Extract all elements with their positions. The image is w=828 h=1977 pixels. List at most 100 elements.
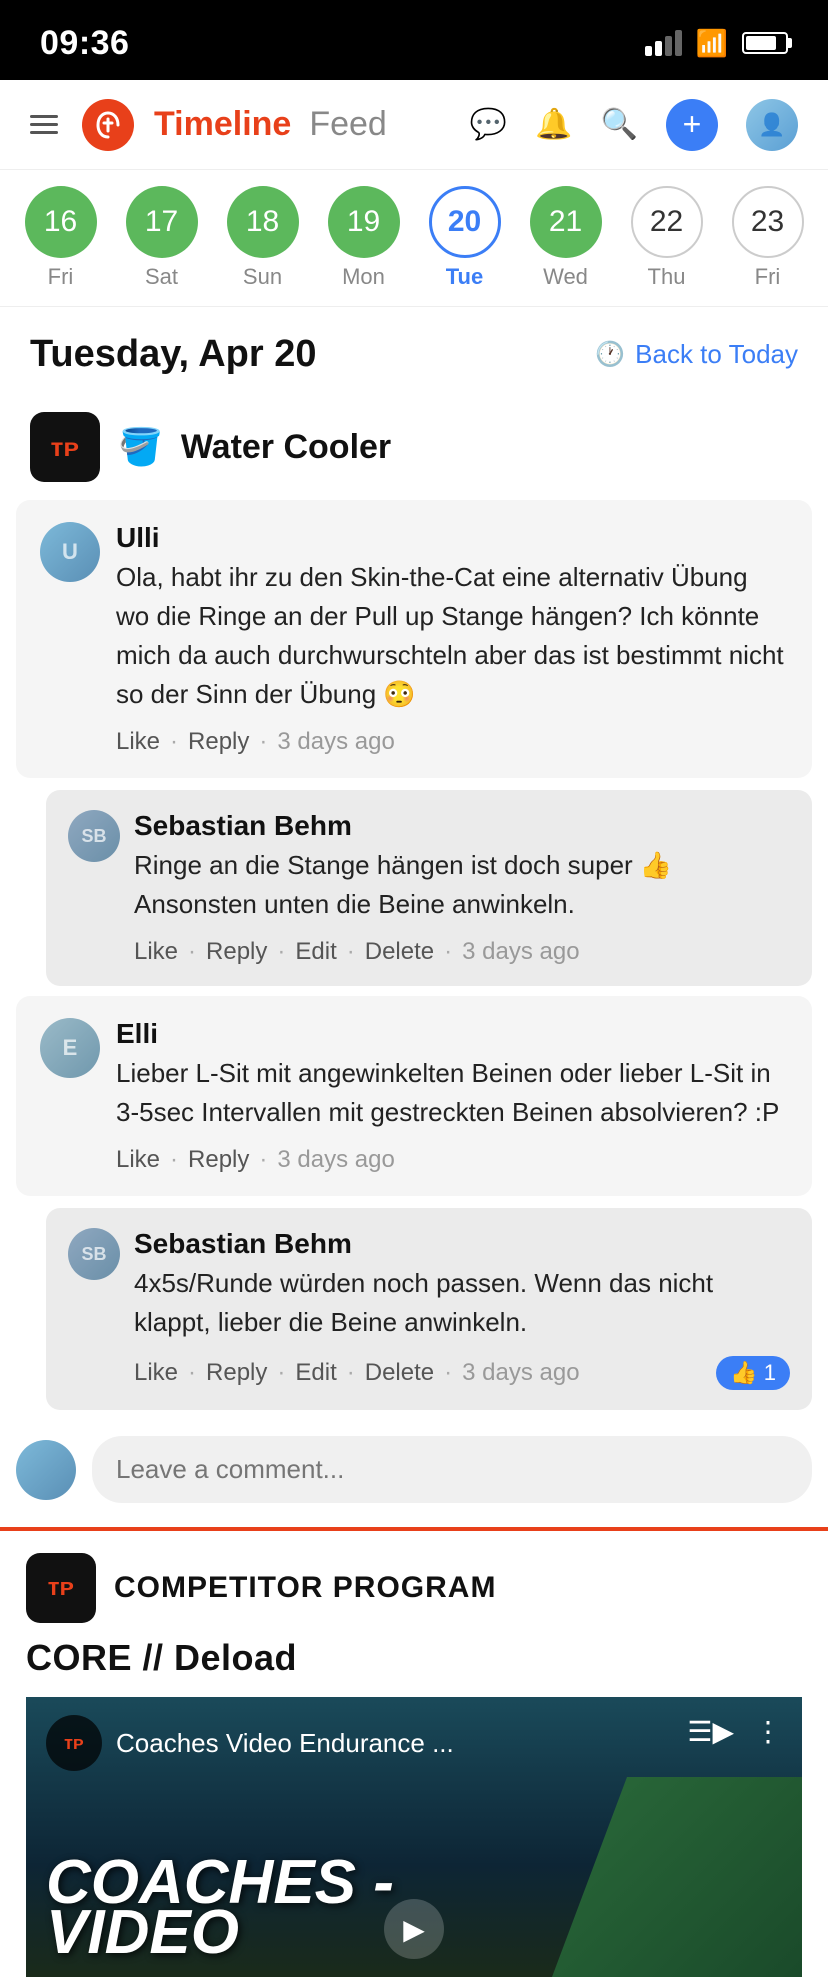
cal-circle-20: 20 xyxy=(429,186,501,258)
video-channel-logo: ᴛᴘ xyxy=(46,1715,102,1771)
comment-text-elli: Lieber L-Sit mit angewinkelten Beinen od… xyxy=(116,1054,788,1132)
cal-day-19[interactable]: 19 Mon xyxy=(328,186,400,290)
video-overlay-line2: VIDEO xyxy=(46,1899,239,1967)
date-heading: Tuesday, Apr 20 🕐 Back to Today xyxy=(0,307,828,394)
comment-ulli: U Ulli Ola, habt ihr zu den Skin-the-Cat… xyxy=(16,500,812,778)
delete-button-sebastian-2[interactable]: Delete xyxy=(365,1359,434,1387)
comment-elli: E Elli Lieber L-Sit mit angewinkelten Be… xyxy=(16,996,812,1196)
reply-time-sebastian-2: 3 days ago xyxy=(462,1359,579,1387)
cal-label-16: Fri xyxy=(48,264,74,290)
comment-time-ulli: 3 days ago xyxy=(277,728,394,756)
reply-text-sebastian-2: 4x5s/Runde würden noch passen. Wenn das … xyxy=(134,1264,790,1342)
signal-icon xyxy=(645,30,682,56)
cal-circle-18: 18 xyxy=(227,186,299,258)
cal-day-23[interactable]: 23 Fri xyxy=(732,186,804,290)
like-button-ulli[interactable]: Like xyxy=(116,728,160,756)
video-person-thumbnail xyxy=(552,1777,802,1977)
cal-circle-23: 23 xyxy=(732,186,804,258)
competitor-program-section: ᴛᴘ COMPETITOR PROGRAM CORE // Deload ᴛᴘ … xyxy=(0,1527,828,1977)
cal-label-19: Mon xyxy=(342,264,385,290)
calendar-strip: 16 Fri 17 Sat 18 Sun 19 Mon 20 Tue 21 We… xyxy=(0,170,828,307)
cal-circle-17: 17 xyxy=(126,186,198,258)
cal-label-20: Tue xyxy=(446,264,483,290)
cal-day-21[interactable]: 21 Wed xyxy=(530,186,602,290)
cal-label-17: Sat xyxy=(145,264,178,290)
timeline-nav[interactable]: Timeline xyxy=(154,105,291,144)
comment-time-elli: 3 days ago xyxy=(277,1146,394,1174)
competitor-subtitle: CORE // Deload xyxy=(26,1637,802,1679)
comment-input[interactable] xyxy=(92,1436,812,1503)
avatar-ulli: U xyxy=(40,522,100,582)
header-actions: 💬 🔔 🔍 + 👤 xyxy=(470,99,798,151)
reply-button-elli[interactable]: Reply xyxy=(188,1146,249,1174)
status-time: 09:36 xyxy=(40,24,129,63)
edit-button-sebastian-2[interactable]: Edit xyxy=(295,1359,336,1387)
comment-actions-ulli: Like · Reply · 3 days ago xyxy=(116,728,788,756)
cal-day-16[interactable]: 16 Fri xyxy=(25,186,97,290)
competitor-header: ᴛᴘ COMPETITOR PROGRAM xyxy=(26,1553,802,1623)
video-header: ᴛᴘ Coaches Video Endurance ... xyxy=(46,1715,454,1771)
like-button-sebastian-2[interactable]: Like xyxy=(134,1359,178,1387)
user-avatar[interactable]: 👤 xyxy=(746,99,798,151)
reply-sebastian-to-elli: SB Sebastian Behm 4x5s/Runde würden noch… xyxy=(46,1208,812,1410)
water-cooler-icon: 🪣 xyxy=(118,426,163,468)
cal-day-18[interactable]: 18 Sun xyxy=(227,186,299,290)
delete-button-sebastian-1[interactable]: Delete xyxy=(365,938,434,966)
reply-author-sebastian-2: Sebastian Behm xyxy=(134,1228,790,1260)
hamburger-menu[interactable] xyxy=(30,115,58,134)
add-button[interactable]: + xyxy=(666,99,718,151)
video-thumbnail[interactable]: ᴛᴘ Coaches Video Endurance ... ☰▶ ⋮ COAC… xyxy=(26,1697,802,1977)
video-channel-title: Coaches Video Endurance ... xyxy=(116,1728,454,1759)
cal-circle-22: 22 xyxy=(631,186,703,258)
like-badge-sebastian-2: 👍 1 xyxy=(716,1356,790,1390)
comment-actions-elli: Like · Reply · 3 days ago xyxy=(116,1146,788,1174)
video-more-icon[interactable]: ⋮ xyxy=(754,1715,782,1748)
cal-day-17[interactable]: 17 Sat xyxy=(126,186,198,290)
comment-text-ulli: Ola, habt ihr zu den Skin-the-Cat eine a… xyxy=(116,558,788,714)
status-icons: 📶 xyxy=(645,28,788,59)
edit-button-sebastian-1[interactable]: Edit xyxy=(295,938,336,966)
battery-icon xyxy=(742,32,788,54)
like-button-sebastian-1[interactable]: Like xyxy=(134,938,178,966)
cal-label-21: Wed xyxy=(543,264,588,290)
avatar-elli: E xyxy=(40,1018,100,1078)
avatar-sebastian-2: SB xyxy=(68,1228,120,1280)
cal-day-20[interactable]: 20 Tue xyxy=(429,186,501,290)
water-cooler-header: ᴛᴘ 🪣 Water Cooler xyxy=(0,394,828,500)
search-icon[interactable]: 🔍 xyxy=(601,107,638,142)
comment-input-row xyxy=(0,1420,828,1527)
cal-label-22: Thu xyxy=(648,264,686,290)
reply-actions-sebastian-2: Like · Reply · Edit · Delete · 3 days ag… xyxy=(134,1356,790,1390)
avatar-sebastian-1: SB xyxy=(68,810,120,862)
play-button[interactable]: ▶ xyxy=(384,1899,444,1959)
header: Timeline Feed 💬 🔔 🔍 + 👤 xyxy=(0,80,828,170)
back-to-today-button[interactable]: 🕐 Back to Today xyxy=(595,339,798,370)
cal-circle-19: 19 xyxy=(328,186,400,258)
cal-circle-21: 21 xyxy=(530,186,602,258)
competitor-logo: ᴛᴘ xyxy=(26,1553,96,1623)
reply-author-sebastian-1: Sebastian Behm xyxy=(134,810,790,842)
cal-circle-16: 16 xyxy=(25,186,97,258)
commenter-avatar xyxy=(16,1440,76,1500)
reply-sebastian-to-ulli: SB Sebastian Behm Ringe an die Stange hä… xyxy=(46,790,812,986)
reply-button-ulli[interactable]: Reply xyxy=(188,728,249,756)
competitor-title: COMPETITOR PROGRAM xyxy=(114,1571,496,1605)
app-logo xyxy=(82,99,134,151)
reply-button-sebastian-1[interactable]: Reply xyxy=(206,938,267,966)
back-to-today-label: Back to Today xyxy=(635,339,798,370)
reply-text-sebastian-1: Ringe an die Stange hängen ist doch supe… xyxy=(134,846,790,924)
cal-label-23: Fri xyxy=(755,264,781,290)
water-cooler-title: Water Cooler xyxy=(181,428,391,467)
feed-nav[interactable]: Feed xyxy=(309,105,387,144)
reply-button-sebastian-2[interactable]: Reply xyxy=(206,1359,267,1387)
video-playlist-icon[interactable]: ☰▶ xyxy=(687,1715,734,1748)
status-bar: 09:36 📶 xyxy=(0,0,828,80)
like-button-elli[interactable]: Like xyxy=(116,1146,160,1174)
cal-label-18: Sun xyxy=(243,264,282,290)
cal-day-22[interactable]: 22 Thu xyxy=(631,186,703,290)
bell-icon[interactable]: 🔔 xyxy=(535,107,572,142)
chat-icon[interactable]: 💬 xyxy=(470,107,507,142)
current-date: Tuesday, Apr 20 xyxy=(30,333,317,376)
clock-icon: 🕐 xyxy=(595,340,625,369)
video-actions: ☰▶ ⋮ xyxy=(687,1715,782,1748)
